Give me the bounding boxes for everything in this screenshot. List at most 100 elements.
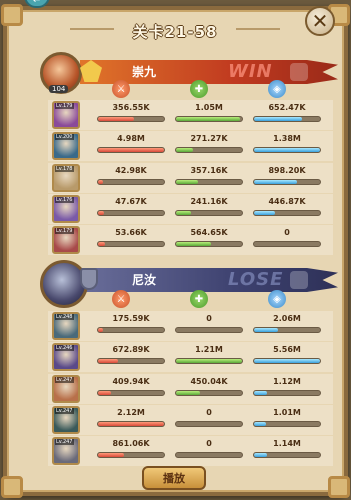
- def-value: 1.01M: [273, 407, 301, 417]
- heal-bar: [175, 389, 243, 396]
- dmg-cell: 175.59K: [96, 313, 166, 333]
- heal-cell: 241.16K: [174, 196, 244, 216]
- def-value: 652.47K: [268, 103, 306, 112]
- team1-rows: Lv.179 356.55K 1.05M 652.47K Lv.200 4.98M 271.…: [48, 100, 333, 256]
- unit-level: Lv.178: [55, 165, 74, 172]
- def-cell: 446.87K: [252, 196, 322, 216]
- heal-value: 1.05M: [195, 103, 223, 112]
- unit-level: Lv.200: [55, 134, 74, 141]
- dmg-cell: 42.98K: [96, 165, 166, 185]
- heal-cell: 1.21M: [174, 344, 244, 365]
- dmg-bar: [97, 420, 165, 427]
- heal-icon: ✚: [190, 80, 208, 98]
- team-name: 尼汝: [132, 273, 157, 287]
- damage-icon: ⚔: [112, 80, 130, 98]
- dmg-bar: [97, 147, 165, 154]
- heal-cell: 357.16K: [174, 165, 244, 185]
- def-bar: [253, 452, 321, 459]
- hero-level: 104: [49, 85, 69, 93]
- table-row: Lv.247 2.12M 0 1.01M: [48, 404, 333, 435]
- dmg-cell: 4.98M: [96, 133, 166, 154]
- play-label: 播放: [163, 472, 185, 485]
- heal-cell: 1.05M: [174, 102, 244, 122]
- def-bar-fill: [254, 421, 266, 426]
- dmg-bar-fill: [98, 453, 125, 458]
- def-cell: 1.14M: [252, 438, 322, 459]
- unit-level: Lv.179: [55, 228, 74, 235]
- heal-bar: [175, 420, 243, 427]
- shield-icon: ◈: [268, 290, 286, 308]
- dmg-value: 4.98M: [117, 134, 145, 144]
- unit-level: Lv.179: [55, 103, 74, 109]
- table-row: Lv.179 356.55K 1.05M 652.47K: [48, 100, 333, 130]
- unit-level: Lv.176: [55, 196, 74, 203]
- heal-cell: 0: [174, 438, 244, 459]
- dmg-cell: 2.12M: [96, 407, 166, 427]
- dmg-bar: [97, 389, 165, 396]
- unit-level: Lv.247: [55, 376, 74, 383]
- heal-bar: [175, 452, 243, 459]
- heal-value: 0: [206, 314, 212, 323]
- table-row: Lv.247 409.94K 450.04K 1.12M: [48, 373, 333, 404]
- emblem-icon: [290, 63, 308, 81]
- def-bar: [253, 178, 321, 185]
- heal-bar: [175, 147, 243, 154]
- dmg-bar: [97, 327, 165, 333]
- dmg-bar-fill: [98, 390, 111, 395]
- def-bar: [253, 327, 321, 333]
- def-bar: [253, 389, 321, 396]
- heal-cell: 450.04K: [174, 376, 244, 396]
- heal-cell: 0: [174, 313, 244, 333]
- unit-portrait[interactable]: Lv.246: [52, 343, 80, 372]
- table-row: Lv.179 53.66K 564.65K 0: [48, 225, 333, 256]
- title-ornament: [70, 28, 114, 30]
- table-row: Lv.178 42.98K 357.16K 898.20K: [48, 162, 333, 193]
- def-bar: [253, 420, 321, 427]
- close-button[interactable]: ✕: [305, 6, 335, 36]
- heal-bar: [175, 178, 243, 185]
- heal-value: 564.65K: [190, 228, 228, 238]
- dmg-value: 53.66K: [115, 228, 147, 238]
- def-bar-fill: [254, 390, 268, 395]
- page-title: 关卡21-58: [132, 22, 218, 41]
- stat-icons-row: ⚔ ✚ ◈: [88, 80, 328, 102]
- heal-cell: 271.27K: [174, 133, 244, 154]
- dmg-bar: [97, 241, 165, 248]
- play-button[interactable]: 播放: [142, 466, 206, 490]
- unit-portrait[interactable]: Lv.248: [52, 312, 80, 340]
- unit-portrait[interactable]: Lv.200: [52, 132, 80, 161]
- dmg-bar-fill: [98, 210, 104, 215]
- def-bar: [253, 147, 321, 154]
- team2-rows: Lv.248 175.59K 0 2.06M Lv.246 672.89K 1.21M 5.5…: [48, 311, 333, 467]
- unit-portrait[interactable]: Lv.176: [52, 194, 80, 223]
- def-value: 0: [284, 228, 290, 238]
- table-row: Lv.200 4.98M 271.27K 1.38M: [48, 131, 333, 162]
- heal-bar-fill: [176, 242, 211, 247]
- avatar[interactable]: 104: [40, 52, 82, 94]
- dmg-bar: [97, 358, 165, 365]
- heal-value: 241.16K: [190, 196, 228, 206]
- heal-bar: [175, 241, 243, 248]
- unit-portrait[interactable]: Lv.247: [52, 374, 80, 403]
- heal-bar: [175, 358, 243, 365]
- title-bar: 关卡21-58: [60, 16, 290, 46]
- def-bar-fill: [254, 148, 320, 153]
- def-bar-fill: [254, 359, 320, 364]
- unit-portrait[interactable]: Lv.178: [52, 163, 80, 192]
- heal-bar: [175, 209, 243, 216]
- heal-value: 1.21M: [195, 345, 223, 355]
- dmg-cell: 53.66K: [96, 227, 166, 248]
- unit-portrait[interactable]: Lv.179: [52, 101, 80, 129]
- dmg-cell: 672.89K: [96, 344, 166, 365]
- heal-bar-fill: [176, 117, 241, 121]
- dmg-value: 42.98K: [115, 165, 147, 175]
- dmg-cell: 47.67K: [96, 196, 166, 216]
- heal-value: 450.04K: [190, 376, 228, 386]
- table-row: Lv.248 175.59K 0 2.06M: [48, 311, 333, 341]
- dmg-bar-fill: [98, 179, 104, 184]
- unit-portrait[interactable]: Lv.247: [52, 437, 80, 466]
- def-bar-fill: [254, 179, 297, 184]
- unit-portrait[interactable]: Lv.247: [52, 405, 80, 434]
- heal-cell: 564.65K: [174, 227, 244, 248]
- unit-portrait[interactable]: Lv.179: [52, 226, 80, 255]
